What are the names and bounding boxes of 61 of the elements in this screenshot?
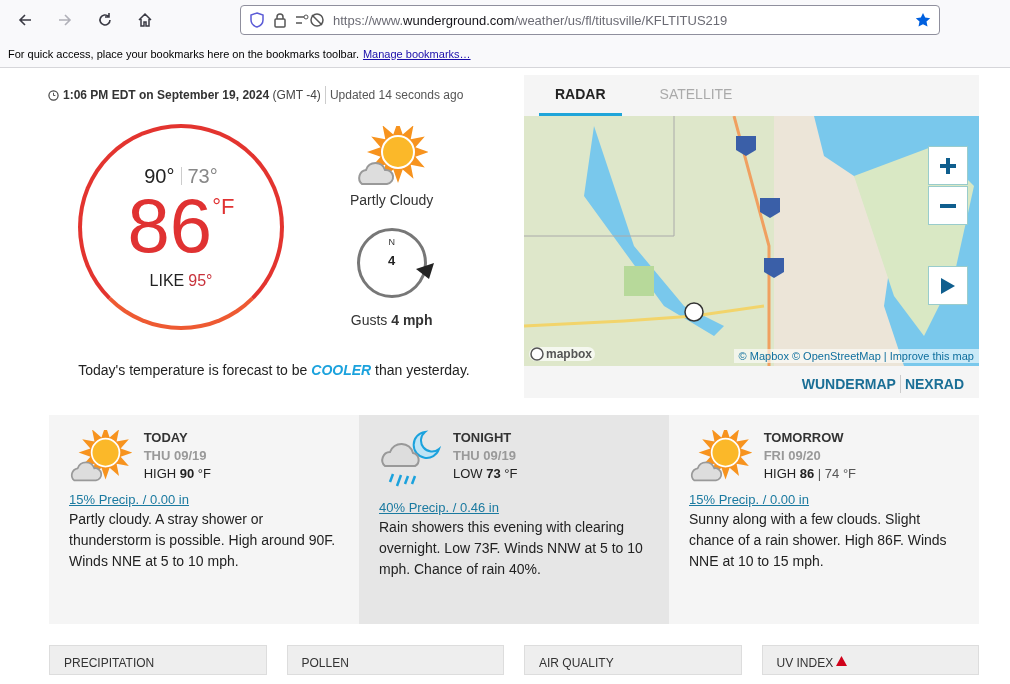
precipitation-link[interactable]: 15% Precip. / 0.00 in bbox=[69, 491, 339, 507]
forecast-date: THU 09/19 bbox=[453, 448, 517, 463]
home-icon bbox=[137, 12, 153, 28]
address-bar[interactable]: https://www.wunderground.com/weather/us/fl/titusville/KFLTITUS219 bbox=[240, 5, 940, 35]
sun-cloud-icon bbox=[69, 430, 132, 484]
card-title: POLLEN bbox=[301, 656, 349, 670]
low-temperature: 73° bbox=[187, 164, 218, 188]
wind-speed: 4 bbox=[388, 253, 396, 268]
minus-icon bbox=[939, 203, 957, 208]
wind-arrow-icon bbox=[415, 263, 434, 279]
feels-like-temperature: 95° bbox=[188, 271, 213, 290]
forecast-period: TODAY bbox=[143, 430, 189, 445]
sun-cloud-icon bbox=[689, 430, 752, 484]
play-button[interactable] bbox=[928, 266, 968, 305]
improve-map-link[interactable]: Improve this map bbox=[889, 350, 974, 362]
observation-time: 1:06 PM EDT on September 19, 2024 (GMT -4) bbox=[63, 88, 321, 102]
logo-text: mapbox bbox=[546, 347, 592, 361]
condition-text: Partly Cloudy bbox=[350, 192, 434, 208]
forecast-date: FRI 09/20 bbox=[763, 448, 822, 463]
sun-cloud-icon bbox=[355, 126, 428, 188]
forecast-period: TONIGHT bbox=[453, 430, 513, 445]
current-temperature: 86 bbox=[127, 187, 213, 264]
forecast-period: TOMORROW bbox=[763, 430, 845, 445]
back-arrow-icon bbox=[17, 12, 33, 28]
tracking-icon bbox=[295, 12, 325, 28]
url-text: https://www.wunderground.com/weather/us/fl/titusville/KFLTITUS219 bbox=[333, 12, 729, 28]
forecast-temperature: LOW 73 °F bbox=[453, 466, 518, 481]
temperature-unit: °F bbox=[212, 193, 235, 220]
bookmarks-message: For quick access, place your bookmarks here on the bookmarks toolbar. bbox=[8, 47, 359, 60]
forecast-description: Rain showers this evening with clearing overnight. Low 73F. Winds NNW at 5 to 10 mph. Chance of rain 40%. bbox=[379, 518, 644, 579]
wind-gusts: Gusts 4 mph bbox=[350, 312, 433, 328]
card-title: UV INDEX bbox=[776, 656, 834, 670]
clock-icon bbox=[48, 89, 59, 101]
zoom-out-button[interactable] bbox=[928, 186, 968, 225]
manage-bookmarks-link[interactable]: Manage bookmarks… bbox=[362, 47, 471, 60]
updated-time: Updated 14 seconds ago bbox=[329, 88, 464, 102]
map-link[interactable]: NEXRAD bbox=[904, 376, 964, 392]
wind-direction: N bbox=[388, 237, 395, 247]
temperature-comparison: Today's temperature is forecast to be COOLER than yesterday. bbox=[77, 362, 471, 378]
zoom-in-button[interactable] bbox=[928, 146, 968, 185]
precipitation-link[interactable]: 40% Precip. / 0.46 in bbox=[379, 500, 649, 515]
lock-icon bbox=[273, 12, 287, 28]
precipitation-link[interactable]: 15% Precip. / 0.00 in bbox=[689, 491, 959, 507]
forecast-description: Partly cloudy. A stray shower or thunderstorm is possible. High around 90F. Winds NNE at 5 to 10 mph. bbox=[69, 509, 337, 571]
forecast-description: Sunny along with a few clouds. Slight chance of a rain shower. High 86F. Winds NNE at 10 to 15 mph. bbox=[689, 509, 948, 571]
map-link[interactable]: WUNDERMAP bbox=[801, 376, 896, 392]
bookmark-star-icon[interactable] bbox=[915, 12, 931, 28]
attribution-separator: | bbox=[883, 350, 887, 362]
card-title: AIR QUALITY bbox=[539, 656, 614, 670]
high-temperature: 90° bbox=[144, 164, 175, 188]
forecast-temperature: HIGH 86 | 74 °F bbox=[763, 466, 857, 481]
forward-arrow-icon bbox=[57, 12, 73, 28]
play-icon bbox=[941, 277, 955, 294]
forecast-temperature: HIGH 90 °F bbox=[143, 466, 211, 481]
forecast-date: THU 09/19 bbox=[143, 448, 208, 463]
attribution-text: © Mapbox © OpenStreetMap bbox=[738, 350, 881, 362]
plus-icon bbox=[939, 156, 957, 175]
reload-icon bbox=[97, 12, 113, 28]
feels-like-label: LIKE bbox=[149, 271, 185, 290]
card-title: PRECIPITATION bbox=[64, 656, 155, 670]
shield-icon bbox=[249, 12, 265, 28]
